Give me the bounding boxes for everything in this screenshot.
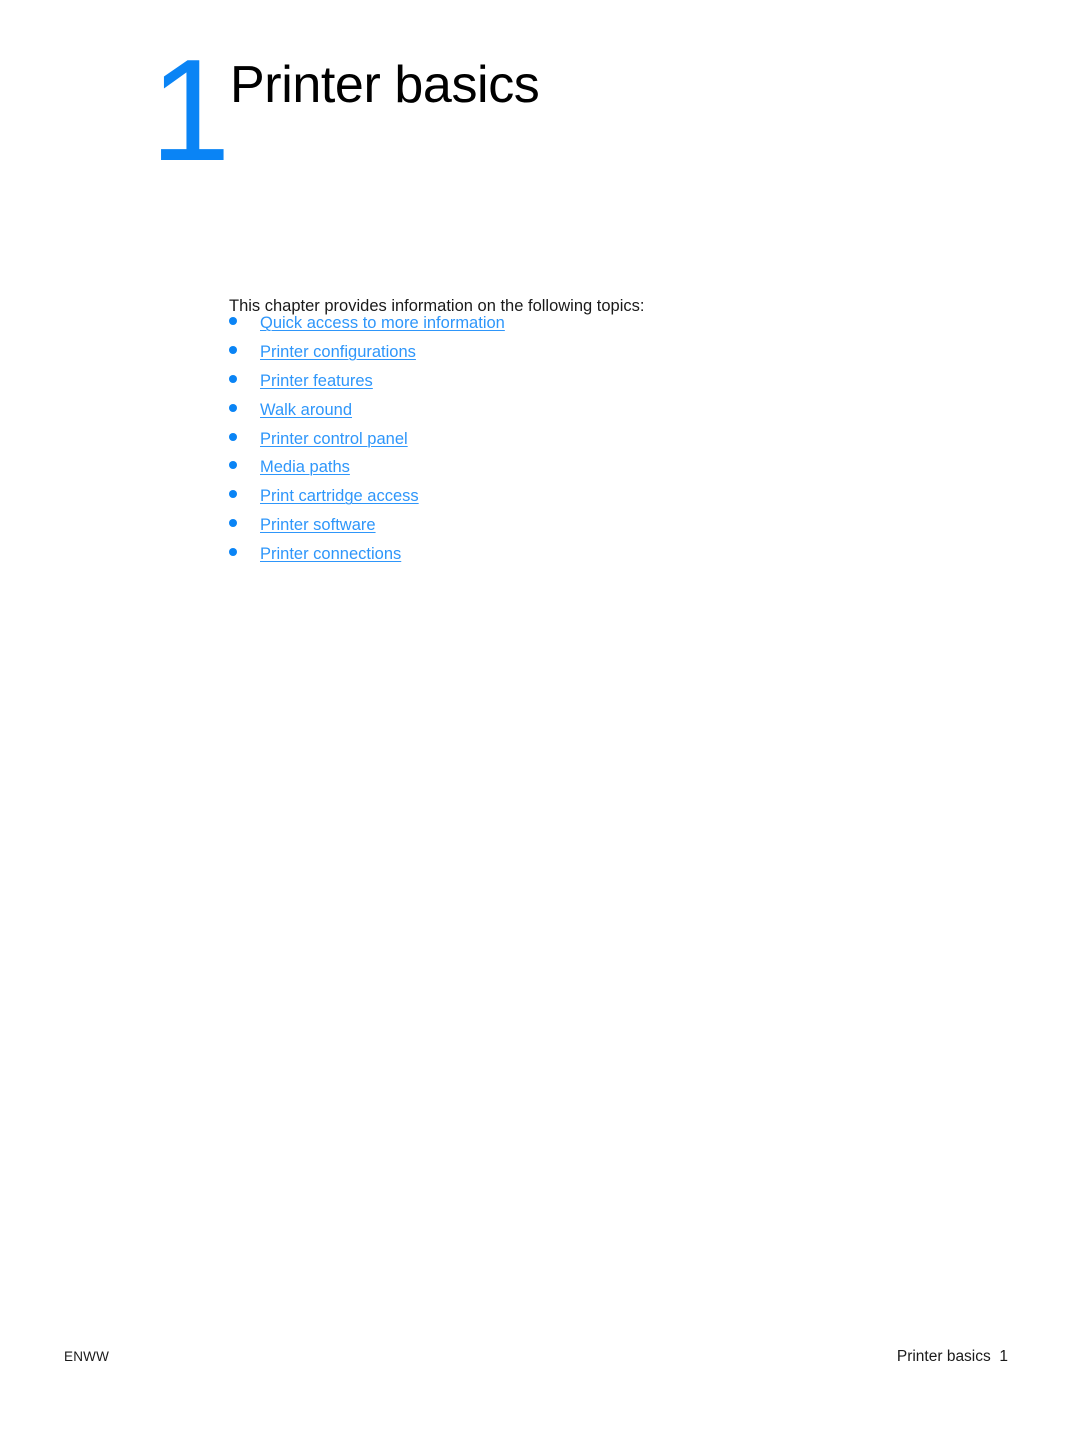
bullet-icon <box>229 519 237 528</box>
topic-link-printer-configurations[interactable]: Printer configurations <box>260 342 416 362</box>
bullet-icon <box>229 432 237 441</box>
chapter-heading: 1 Printer basics <box>150 29 540 191</box>
topic-link-quick-access[interactable]: Quick access to more information <box>260 313 505 333</box>
document-page: 1 Printer basics This chapter provides i… <box>0 0 1080 1437</box>
list-item: Print cartridge access <box>229 486 505 515</box>
topic-link-media-paths[interactable]: Media paths <box>260 457 350 477</box>
list-item: Media paths <box>229 457 505 486</box>
bullet-icon <box>229 490 237 499</box>
bullet-icon <box>229 317 237 325</box>
list-item: Printer control panel <box>229 429 505 458</box>
page-footer: ENWW Printer basics 1 <box>0 1348 1080 1370</box>
chapter-number: 1 <box>150 29 231 191</box>
topic-link-walk-around[interactable]: Walk around <box>260 400 352 420</box>
topic-link-printer-software[interactable]: Printer software <box>260 515 376 535</box>
bullet-icon <box>229 345 237 354</box>
list-item: Walk around <box>229 400 505 429</box>
bullet-icon <box>229 548 237 557</box>
page-title: Printer basics <box>230 56 540 114</box>
footer-chapter-and-page: Printer basics 1 <box>896 1348 1008 1365</box>
bullet-icon <box>229 461 237 470</box>
list-item: Printer software <box>229 515 505 544</box>
list-item: Printer configurations <box>229 342 505 371</box>
topic-link-printer-connections[interactable]: Printer connections <box>260 544 401 564</box>
topic-link-printer-control-panel[interactable]: Printer control panel <box>260 429 408 449</box>
topic-link-printer-features[interactable]: Printer features <box>260 371 373 391</box>
bullet-icon <box>229 403 237 412</box>
list-item: Printer connections <box>229 544 505 573</box>
list-item: Quick access to more information <box>229 313 505 342</box>
list-item: Printer features <box>229 371 505 400</box>
topic-link-print-cartridge-access[interactable]: Print cartridge access <box>260 486 419 506</box>
topic-list: Quick access to more information Printer… <box>229 313 505 573</box>
footer-language-code: ENWW <box>64 1349 110 1364</box>
bullet-icon <box>229 374 237 383</box>
